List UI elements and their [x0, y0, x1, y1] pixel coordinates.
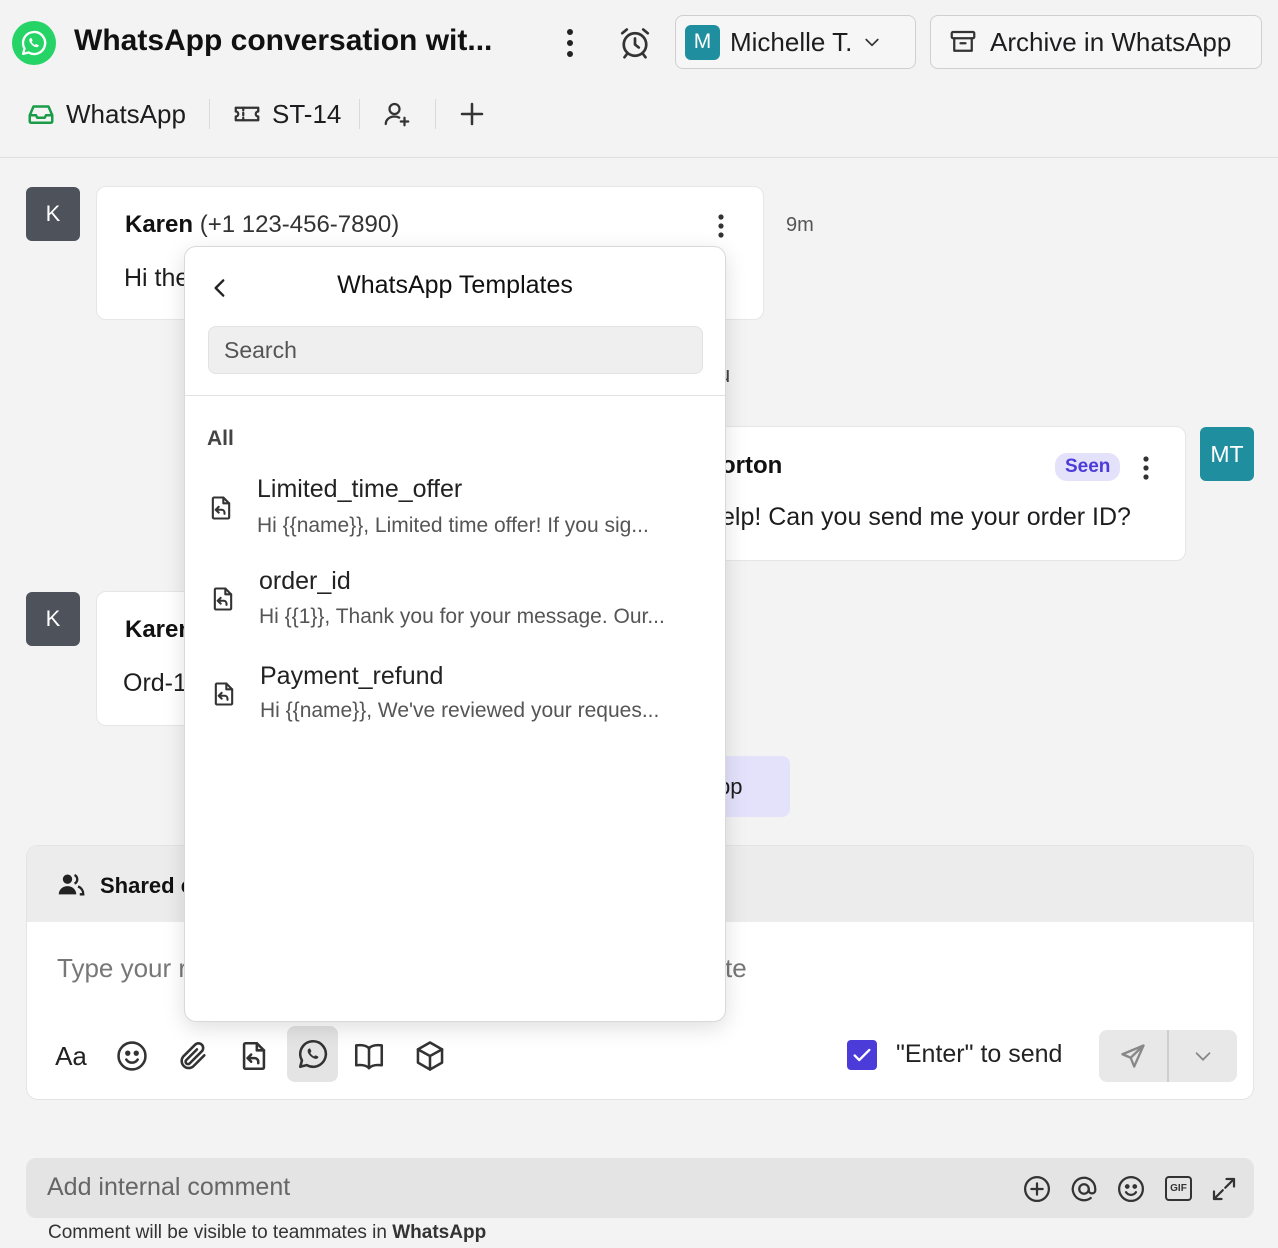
- message-input[interactable]: Type your r: [57, 953, 187, 984]
- divider: [435, 99, 436, 129]
- divider: [209, 99, 210, 129]
- emoji-icon[interactable]: [108, 1030, 156, 1082]
- category-label: All: [207, 427, 234, 450]
- message-options-icon[interactable]: [717, 213, 725, 239]
- template-search-input[interactable]: Search: [208, 326, 703, 374]
- checkmark-icon: [853, 1048, 871, 1062]
- avatar: MT: [1200, 427, 1254, 481]
- chevron-down-icon: [1195, 1052, 1211, 1061]
- snooze-alarm-icon[interactable]: [614, 22, 656, 64]
- send-icon: [1121, 1044, 1145, 1068]
- avatar: K: [26, 592, 80, 646]
- add-participant-icon[interactable]: [382, 99, 412, 129]
- add-icon[interactable]: [457, 99, 487, 129]
- enter-to-send-label: "Enter" to send: [896, 1040, 1063, 1068]
- message-text: Hi the: [124, 264, 190, 292]
- message-time: 9m: [786, 214, 814, 236]
- template-icon: [210, 679, 238, 709]
- template-preview: Hi {{1}}, Thank you for your message. Ou…: [259, 605, 665, 628]
- send-options-button[interactable]: [1169, 1030, 1237, 1082]
- message-input-tail: te: [725, 953, 747, 983]
- template-preview: Hi {{name}}, We've reviewed your reques.…: [260, 699, 660, 722]
- divider: [185, 395, 725, 396]
- add-circle-icon[interactable]: [1022, 1174, 1052, 1204]
- emoji-icon[interactable]: [1116, 1174, 1146, 1204]
- template-preview: Hi {{name}}, Limited time offer! If you …: [257, 514, 649, 537]
- message-sender: Karen (+1 123-456-7890): [125, 211, 400, 238]
- whatsapp-templates-popover: WhatsApp Templates Search All Limited_ti…: [184, 246, 726, 1022]
- archive-icon: [950, 30, 976, 52]
- comment-visibility-note: Comment will be visible to teammates in …: [48, 1222, 487, 1243]
- channel-tag[interactable]: WhatsApp: [26, 92, 186, 136]
- expand-icon[interactable]: [1209, 1174, 1239, 1204]
- conversation-header: WhatsApp conversation wit... M Michelle …: [0, 0, 1278, 158]
- send-button[interactable]: [1099, 1030, 1167, 1082]
- whatsapp-logo-icon: [12, 21, 56, 65]
- text-format-button[interactable]: Aa: [47, 1030, 95, 1082]
- message-bubble: orton Seen elp! Can you send me your ord…: [690, 426, 1186, 561]
- app-integration-icon[interactable]: [406, 1030, 454, 1082]
- message-text: Ord-1: [123, 669, 187, 697]
- assignee-name: Michelle T.: [730, 26, 853, 57]
- template-icon: [207, 493, 235, 523]
- template-item[interactable]: Limited_time_offer Hi {{name}}, Limited …: [185, 469, 725, 549]
- status-badge: Seen: [1055, 453, 1121, 481]
- template-icon: [209, 584, 237, 614]
- template-item[interactable]: Payment_refund Hi {{name}}, We've review…: [185, 657, 725, 737]
- avatar: K: [26, 187, 80, 241]
- composer-header-label: Shared c: [100, 873, 193, 898]
- send-button-group: [1099, 1030, 1237, 1082]
- message-options-icon[interactable]: [1142, 455, 1150, 481]
- template-name: Payment_refund: [260, 662, 444, 690]
- chevron-down-icon: [865, 38, 880, 47]
- message-sender: orton: [721, 452, 783, 479]
- archive-button[interactable]: Archive in WhatsApp: [930, 15, 1262, 69]
- divider: [359, 99, 360, 129]
- internal-comment-bar: Add internal comment GIF: [26, 1158, 1254, 1218]
- enter-to-send-checkbox[interactable]: [847, 1040, 877, 1070]
- more-options-icon[interactable]: [556, 24, 584, 62]
- ticket-icon: [234, 106, 260, 122]
- archive-label: Archive in WhatsApp: [990, 26, 1232, 57]
- template-name: Limited_time_offer: [257, 475, 463, 503]
- message-text: elp! Can you send me your order ID?: [721, 503, 1131, 531]
- assignee-avatar: M: [685, 24, 720, 60]
- knowledge-base-icon[interactable]: [345, 1030, 393, 1082]
- page-title: WhatsApp conversation wit...: [74, 24, 493, 57]
- internal-comment-input[interactable]: Add internal comment: [47, 1173, 290, 1202]
- whatsapp-templates-button[interactable]: [287, 1026, 338, 1082]
- ticket-label: ST-14: [272, 98, 342, 129]
- whatsapp-icon: [298, 1039, 327, 1069]
- mention-icon[interactable]: [1069, 1174, 1099, 1204]
- popover-title: WhatsApp Templates: [337, 271, 573, 299]
- message-sender: Karen: [125, 616, 194, 643]
- attachment-icon[interactable]: [169, 1030, 217, 1082]
- assignee-dropdown[interactable]: M Michelle T.: [675, 15, 916, 69]
- channel-label: WhatsApp: [66, 98, 186, 129]
- template-name: order_id: [259, 567, 351, 595]
- template-item[interactable]: order_id Hi {{1}}, Thank you for your me…: [185, 563, 725, 643]
- shared-users-icon: [57, 871, 85, 899]
- inbox-icon: [28, 105, 54, 124]
- gif-icon[interactable]: GIF: [1165, 1176, 1192, 1201]
- template-icon[interactable]: [230, 1030, 278, 1082]
- ticket-tag[interactable]: ST-14: [232, 92, 341, 136]
